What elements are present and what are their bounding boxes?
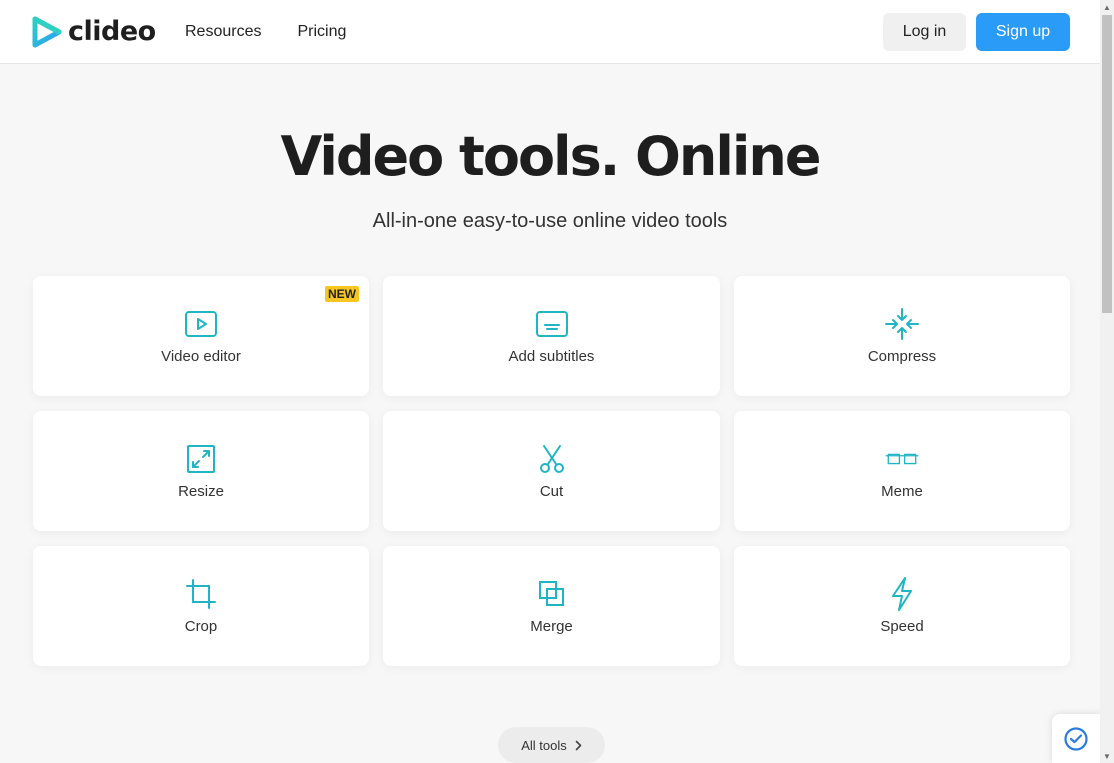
tools-grid: NEW Video editor Add subtitles Compress … <box>33 276 1070 666</box>
tool-tile-resize[interactable]: Resize <box>33 411 369 531</box>
scroll-up-arrow-icon[interactable]: ▲ <box>1100 0 1114 14</box>
video-play-icon <box>184 309 218 339</box>
lightning-icon <box>885 577 919 611</box>
logo-text: clideo <box>68 16 156 47</box>
merge-icon <box>535 579 569 609</box>
chevron-right-icon <box>575 740 582 750</box>
chat-widget-button[interactable] <box>1052 714 1100 763</box>
page-scrollbar[interactable]: ▲ ▼ <box>1100 0 1114 763</box>
tool-label: Speed <box>880 618 924 635</box>
page-subtitle: All-in-one easy-to-use online video tool… <box>372 210 728 232</box>
compress-arrows-icon <box>885 308 919 340</box>
support-badge-icon <box>1064 726 1088 751</box>
nav-pricing[interactable]: Pricing <box>297 23 346 41</box>
tool-tile-compress[interactable]: Compress <box>734 276 1070 396</box>
tool-label: Crop <box>184 618 218 635</box>
login-button[interactable]: Log in <box>883 13 966 51</box>
subtitles-icon <box>535 309 569 339</box>
tool-label: Video editor <box>161 348 241 365</box>
scissors-icon <box>535 444 569 474</box>
page-title: Video tools. Online <box>280 125 822 188</box>
tool-label: Resize <box>178 483 224 500</box>
tool-label: Cut <box>539 483 564 500</box>
clideo-logo-icon <box>32 16 62 48</box>
resize-icon <box>184 444 218 474</box>
main-nav: Resources Pricing <box>185 0 346 64</box>
tool-label: Merge <box>530 618 573 635</box>
tool-label: Meme <box>881 483 923 500</box>
all-tools-label: All tools <box>521 737 567 753</box>
tool-tile-merge[interactable]: Merge <box>383 546 720 666</box>
scroll-down-arrow-icon[interactable]: ▼ <box>1100 749 1114 763</box>
tool-tile-add-subtitles[interactable]: Add subtitles <box>383 276 720 396</box>
glasses-icon <box>885 444 919 474</box>
site-header: clideo Resources Pricing Log in Sign up <box>0 0 1100 64</box>
tool-label: Compress <box>867 348 937 365</box>
all-tools-button[interactable]: All tools <box>498 727 605 763</box>
signup-button[interactable]: Sign up <box>976 13 1070 51</box>
scroll-thumb[interactable] <box>1102 15 1112 313</box>
logo[interactable]: clideo <box>32 15 156 49</box>
tool-tile-crop[interactable]: Crop <box>33 546 369 666</box>
tool-label: Add subtitles <box>508 348 595 365</box>
tool-tile-meme[interactable]: Meme <box>734 411 1070 531</box>
new-badge: NEW <box>325 286 359 302</box>
tool-tile-speed[interactable]: Speed <box>734 546 1070 666</box>
crop-icon <box>184 579 218 609</box>
tool-tile-video-editor[interactable]: NEW Video editor <box>33 276 369 396</box>
nav-resources[interactable]: Resources <box>185 23 261 41</box>
tool-tile-cut[interactable]: Cut <box>383 411 720 531</box>
page: clideo Resources Pricing Log in Sign up … <box>0 0 1100 763</box>
